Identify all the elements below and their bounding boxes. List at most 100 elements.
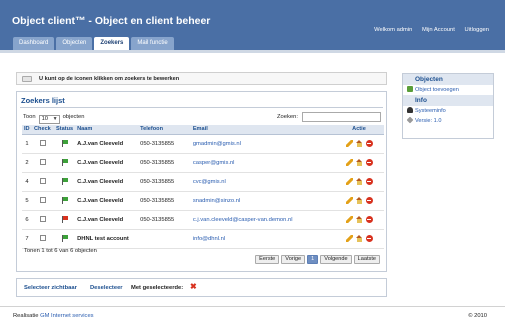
col-naam[interactable]: Naam [75, 125, 139, 135]
delete-icon[interactable] [365, 177, 373, 185]
edit-icon[interactable] [345, 158, 353, 166]
panel-title: Zoekers lijst [21, 96, 65, 105]
logout-link[interactable]: Uitloggen [465, 27, 490, 33]
current-page-button[interactable]: 1 [307, 255, 319, 264]
row-email[interactable]: info@dhnl.nl [190, 229, 334, 249]
sidebar-item-add-object[interactable]: Object toevoegen [403, 85, 493, 95]
footer-company-link[interactable]: GM Internet services [40, 313, 93, 319]
row-checkbox[interactable] [40, 216, 46, 223]
row-email[interactable]: casper@gmis.nl [190, 153, 334, 173]
row-checkbox[interactable] [40, 235, 46, 242]
search-label: Zoeken: [277, 114, 298, 120]
add-object-label: Object toevoegen [415, 87, 459, 93]
app-title: Object client™ - Object en client beheer [12, 15, 211, 27]
status-flag-icon [61, 178, 68, 186]
version-icon [406, 116, 414, 124]
main-tabs: Dashboard Objecten Zoekers Mail functie [13, 37, 176, 50]
last-page-button[interactable]: Laatste [353, 255, 380, 264]
row-phone [138, 229, 191, 249]
col-status[interactable]: Status [54, 125, 76, 135]
delete-icon[interactable] [365, 234, 373, 242]
status-flag-icon [61, 140, 68, 148]
tab-objecten[interactable]: Objecten [56, 37, 93, 50]
delete-selected-icon[interactable]: ✖ [190, 282, 197, 291]
message-icon [22, 76, 32, 82]
table-row: 2 C.J.van Cleeveld 050-3135855 casper@gmis.… [22, 153, 384, 173]
row-name: A.J.van Cleeveld [75, 134, 139, 154]
delete-icon[interactable] [365, 196, 373, 204]
row-id: 4 [22, 172, 32, 192]
col-telefoon[interactable]: Telefoon [138, 125, 191, 135]
select-visible-link[interactable]: Selecteer zichtbaar [24, 285, 77, 291]
edit-icon[interactable] [345, 215, 353, 223]
footer-copyright: © 2010 [468, 313, 487, 319]
table-header-row: ID Check Status Naam Telefoon Email Acti… [22, 125, 384, 135]
deselect-link[interactable]: Deselecteer [90, 285, 123, 291]
status-flag-icon [61, 216, 68, 224]
row-checkbox[interactable] [40, 140, 46, 147]
info-notice: U kunt op de iconen klikken om zoekers t… [16, 72, 387, 85]
row-id: 5 [22, 191, 32, 211]
page-length-select[interactable]: 10 ▼ [38, 115, 60, 124]
add-object-icon [407, 86, 413, 92]
row-email[interactable]: c.j.van.cleeveld@casper-van.demon.nl [190, 210, 334, 230]
delete-icon[interactable] [365, 215, 373, 223]
sidebar-heading-info: Info [403, 95, 493, 106]
row-phone: 050-3135855 [138, 134, 191, 154]
first-page-button[interactable]: Eerste [255, 255, 280, 264]
tab-mail-functie[interactable]: Mail functie [131, 37, 174, 50]
status-flag-icon [61, 235, 68, 243]
sidebar-item-systeeminfo[interactable]: Systeeminfo [403, 106, 493, 116]
edit-icon[interactable] [345, 196, 353, 204]
row-email[interactable]: cvc@gmis.nl [190, 172, 334, 192]
row-phone: 050-3135855 [138, 191, 191, 211]
row-email[interactable]: gmadmin@gmis.nl [190, 134, 334, 154]
row-id: 1 [22, 134, 32, 154]
col-id[interactable]: ID [22, 125, 32, 135]
tab-dashboard[interactable]: Dashboard [13, 37, 55, 50]
bulk-actions-bar: Selecteer zichtbaar Deselecteer Met gese… [16, 278, 387, 297]
row-phone: 050-3135855 [138, 153, 191, 173]
row-email[interactable]: snadmin@sinzo.nl [190, 191, 334, 211]
row-name: C.J.van Cleeveld [75, 153, 139, 173]
row-name: DHNL test account [75, 229, 139, 249]
version-label: Versie: 1.0 [415, 118, 442, 124]
row-id: 2 [22, 153, 32, 173]
zoekers-table: ID Check Status Naam Telefoon Email Acti… [22, 125, 384, 249]
row-id: 7 [22, 229, 32, 249]
edit-icon[interactable] [345, 234, 353, 242]
delete-icon[interactable] [365, 139, 373, 147]
home-icon[interactable] [355, 158, 363, 166]
zoekers-panel: Zoekers lijst Toon 10 ▼ objecten Zoeken: ID… [16, 91, 387, 272]
col-email[interactable]: Email [190, 125, 334, 135]
search-input[interactable] [302, 112, 381, 122]
row-checkbox[interactable] [40, 178, 46, 185]
home-icon[interactable] [355, 139, 363, 147]
home-icon[interactable] [355, 234, 363, 242]
footer-divider [0, 306, 505, 307]
notice-text: U kunt op de iconen klikken om zoekers t… [39, 76, 180, 82]
with-selected-label: Met geselecteerde: [131, 285, 184, 291]
edit-icon[interactable] [345, 139, 353, 147]
my-account-link[interactable]: Mijn Account [422, 27, 455, 33]
tab-zoekers[interactable]: Zoekers [94, 37, 130, 50]
next-page-button[interactable]: Volgende [320, 255, 352, 264]
row-phone: 050-3135855 [138, 210, 191, 230]
row-checkbox[interactable] [40, 197, 46, 204]
linux-icon [407, 107, 413, 113]
table-row: 1 A.J.van Cleeveld 050-3135855 gmadmin@gmis… [22, 134, 384, 154]
sidebar: Objecten Object toevoegen Info Systeemin… [402, 73, 494, 139]
row-id: 6 [22, 210, 32, 230]
row-checkbox[interactable] [40, 159, 46, 166]
home-icon[interactable] [355, 177, 363, 185]
prev-page-button[interactable]: Vorige [281, 255, 306, 264]
welcome-link[interactable]: Welkom admin [374, 27, 412, 33]
home-icon[interactable] [355, 215, 363, 223]
home-icon[interactable] [355, 196, 363, 204]
edit-icon[interactable] [345, 177, 353, 185]
col-check[interactable]: Check [32, 125, 54, 135]
panel-divider [20, 107, 383, 108]
table-row: 4 C.J.van Cleeveld 050-3135855 cvc@gmis.nl [22, 172, 384, 192]
delete-icon[interactable] [365, 158, 373, 166]
show-prefix: Toon [23, 114, 36, 120]
